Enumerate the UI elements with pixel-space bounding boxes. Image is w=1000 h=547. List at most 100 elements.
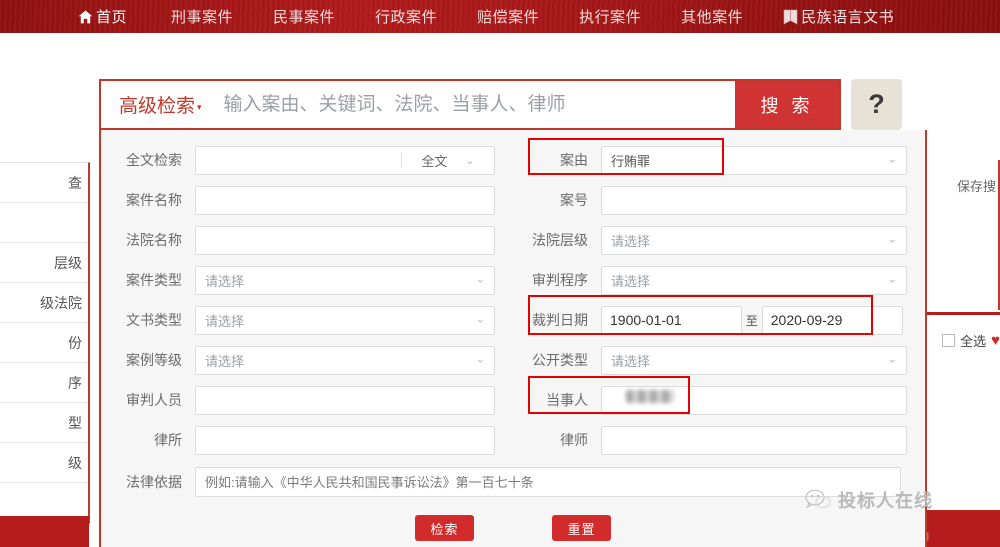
field-control: 至 — [601, 305, 925, 335]
search-button[interactable]: 搜 索 — [735, 81, 839, 128]
advanced-search-panel: 全文检索 全文 ⌄ 案件名称 法院名称 案件类型 请选择 ⌄ 文书类型 请选择 … — [99, 130, 927, 547]
field-case-grade: 案例等级 请选择 ⌄ — [113, 340, 513, 380]
field-document-type: 文书类型 请选择 ⌄ — [113, 300, 513, 340]
case-type-select[interactable]: 请选择 ⌄ — [195, 265, 495, 295]
watermark-text: 投标人在线 — [838, 491, 933, 512]
form-column-left: 全文检索 全文 ⌄ 案件名称 法院名称 案件类型 请选择 ⌄ 文书类型 请选择 … — [101, 140, 513, 460]
background-filter-row[interactable]: 级法院 — [0, 283, 88, 323]
field-law-firm: 律所 — [113, 420, 513, 460]
nav-item-administrative[interactable]: 行政案件 — [375, 6, 437, 27]
chevron-down-icon: ⌄ — [887, 153, 897, 166]
field-label: 案件名称 — [126, 192, 182, 208]
field-control — [195, 225, 513, 255]
background-left-red-block — [0, 516, 89, 547]
field-party: 当事人 — [519, 380, 925, 420]
nav-item-civil[interactable]: 民事案件 — [273, 6, 335, 27]
nav-item-label: 首页 — [96, 9, 128, 26]
disclosure-type-select[interactable]: 请选择 ⌄ — [601, 345, 907, 375]
background-filter-row[interactable]: 层级 — [0, 243, 88, 283]
chevron-down-icon: ⌄ — [475, 313, 485, 326]
field-label: 当事人 — [546, 392, 588, 408]
nav-item-home[interactable]: 首页 — [78, 6, 127, 27]
field-control: 行贿罪 ⌄ — [601, 145, 925, 175]
background-filter-row[interactable]: 份 — [0, 323, 88, 363]
top-navigation-bar: 首页 刑事案件 民事案件 行政案件 赔偿案件 执行案件 其他案件 民族语言文书 — [0, 0, 1000, 33]
search-bar: 高级检索 ▾ 搜 索 — [99, 79, 841, 130]
nav-item-label: 赔偿案件 — [477, 9, 540, 26]
background-filter-row[interactable]: 级 — [0, 443, 88, 483]
background-filter-row[interactable]: 序 — [0, 363, 88, 403]
fulltext-scope-select[interactable]: 全文 ⌄ — [402, 151, 494, 170]
legal-basis-input[interactable] — [195, 467, 901, 497]
field-label: 法律依据 — [126, 474, 182, 490]
field-label: 律所 — [154, 432, 182, 448]
page-root: 查 层级 级法院 份 序 型 级 保存搜 全选 ♥ 首页 刑事案件 民事案件 行… — [0, 0, 1000, 547]
background-filter-row[interactable]: 型 — [0, 403, 88, 443]
field-control — [195, 385, 513, 415]
heart-icon[interactable]: ♥ — [991, 333, 1000, 348]
cause-of-action-value: 行贿罪 — [611, 153, 651, 169]
field-control: 请选择 ⌄ — [195, 345, 513, 375]
background-right-rule — [920, 312, 1000, 315]
background-filter-row[interactable]: 查 — [0, 163, 88, 203]
disclosure-type-value: 请选择 — [611, 353, 651, 369]
chevron-down-icon: ▾ — [197, 102, 202, 112]
field-control: 请选择 ⌄ — [601, 265, 925, 295]
judgment-date-to-input[interactable] — [761, 305, 903, 335]
document-type-value: 请选择 — [205, 313, 245, 329]
judgment-date-from-input[interactable] — [601, 305, 742, 335]
field-disclosure-type: 公开类型 请选择 ⌄ — [519, 340, 925, 380]
nav-item-other[interactable]: 其他案件 — [681, 6, 743, 27]
nav-item-criminal[interactable]: 刑事案件 — [171, 6, 233, 27]
field-label: 全文检索 — [126, 152, 182, 168]
case-number-input[interactable] — [601, 185, 907, 215]
advanced-search-toggle[interactable]: 高级检索 ▾ — [101, 81, 216, 128]
field-control: 全文 ⌄ — [195, 145, 513, 175]
lawyer-input[interactable] — [601, 425, 907, 455]
wechat-icon — [805, 489, 831, 511]
law-firm-input[interactable] — [195, 425, 495, 455]
trial-procedure-select[interactable]: 请选择 ⌄ — [601, 265, 907, 295]
search-input[interactable] — [215, 81, 735, 128]
reset-button[interactable]: 重置 — [552, 515, 611, 541]
field-label: 法院名称 — [126, 232, 182, 248]
case-grade-select[interactable]: 请选择 ⌄ — [195, 345, 495, 375]
field-case-type: 案件类型 请选择 ⌄ — [113, 260, 513, 300]
case-name-input[interactable] — [195, 185, 495, 215]
field-control: 请选择 ⌄ — [601, 345, 925, 375]
field-case-name: 案件名称 — [113, 180, 513, 220]
wechat-watermark: 投标人在线 — [805, 487, 933, 513]
court-name-input[interactable] — [195, 225, 495, 255]
select-all-checkbox[interactable] — [942, 334, 956, 347]
field-court-level: 法院层级 请选择 ⌄ — [519, 220, 925, 260]
nav-item-ethnic-language-documents[interactable]: 民族语言文书 — [783, 6, 894, 27]
home-icon — [78, 10, 93, 24]
field-label: 律师 — [560, 432, 588, 448]
nav-item-compensation[interactable]: 赔偿案件 — [477, 6, 539, 27]
field-control: 请选择 ⌄ — [195, 305, 513, 335]
field-label: 案号 — [560, 192, 588, 208]
judge-input[interactable] — [195, 385, 495, 415]
help-button[interactable]: ? — [851, 79, 902, 130]
field-label: 裁判日期 — [532, 312, 588, 328]
nav-item-enforcement[interactable]: 执行案件 — [579, 6, 641, 27]
chevron-down-icon: ⌄ — [887, 353, 897, 366]
field-label: 文书类型 — [126, 312, 182, 328]
save-search-label[interactable]: 保存搜 — [957, 176, 1000, 195]
party-value-redaction — [626, 390, 674, 403]
document-type-select[interactable]: 请选择 ⌄ — [195, 305, 495, 335]
submit-search-button[interactable]: 检索 — [415, 515, 474, 541]
chevron-down-icon: ⌄ — [465, 154, 475, 167]
field-cause-of-action: 案由 行贿罪 ⌄ — [519, 140, 925, 180]
nav-item-label: 民族语言文书 — [801, 9, 895, 26]
cause-of-action-select[interactable]: 行贿罪 ⌄ — [601, 145, 907, 175]
background-filter-row[interactable] — [0, 203, 88, 243]
field-legal-basis: 法律依据 — [101, 460, 925, 504]
field-judgment-date: 裁判日期 至 — [519, 300, 925, 340]
court-level-select[interactable]: 请选择 ⌄ — [601, 225, 907, 255]
form-action-buttons: 检索 重置 — [101, 515, 925, 541]
fulltext-search-input[interactable] — [196, 146, 401, 174]
select-all-control[interactable]: 全选 ♥ — [942, 331, 1000, 350]
field-label: 审判程序 — [532, 272, 588, 288]
field-label: 案例等级 — [126, 352, 182, 368]
